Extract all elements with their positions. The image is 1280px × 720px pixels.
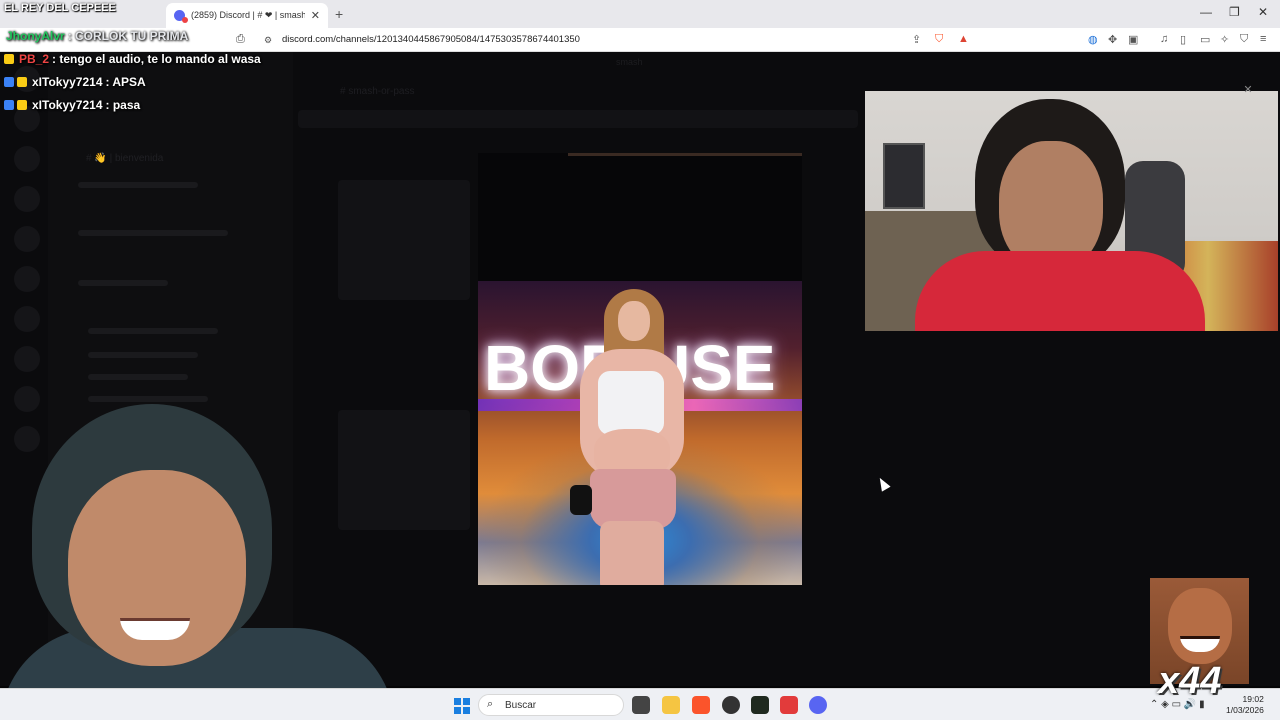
vpn-icon[interactable]: ⛉ [1240,33,1248,46]
legs [600,521,664,585]
terminal-icon[interactable] [751,696,769,714]
chat-message: PB_2 : tengo el audio, te lo mando al wa… [4,47,261,70]
discord-icon [174,10,188,23]
search-placeholder: Buscar [505,700,537,711]
chat-message: xITokyy7214 : APSA [4,70,261,93]
menu-icon[interactable]: ≡ [1260,33,1266,45]
app-icon[interactable] [780,696,798,714]
wallet-icon[interactable]: ▭ [1200,33,1210,46]
channel-header: # smash-or-pass [340,86,415,97]
shirt [915,251,1205,331]
screen: (2859) Discord | # ❤ | smash-or- ✕ + — ❐… [0,0,1280,720]
download-icon[interactable]: ▣ [1128,33,1138,46]
url-field[interactable]: discord.com/channels/1201340445867905084… [282,34,580,45]
chat-username: JhonyAlvr [6,28,65,43]
chat-username: xITokyy7214 [32,74,103,89]
combo-counter: x44 [1158,660,1222,702]
face [1168,588,1232,664]
image-content: BOR USE [478,281,802,585]
crown-badge-icon [4,53,14,64]
tab-title: (2859) Discord | # ❤ | smash-or- [191,10,305,20]
site-settings-icon[interactable]: ⚙ [264,35,272,46]
message-attachment[interactable] [338,180,470,300]
server-icon[interactable] [14,266,40,292]
media-icon[interactable]: ♫ [1160,33,1168,45]
monitor [883,143,925,209]
channel-item[interactable] [88,374,188,380]
close-window-icon[interactable]: ✕ [1258,5,1268,19]
webcam-streamer [0,396,395,720]
brave-browser-icon[interactable] [692,696,710,714]
new-messages-bar[interactable] [298,110,858,128]
chat-text: : CORLOK TU PRIMA [67,28,189,43]
server-icon[interactable] [14,306,40,332]
brave-shields-icon[interactable]: ⛉ [935,33,943,46]
webcam-guest [865,91,1278,331]
sub-badge-icon [4,76,14,87]
channel-item[interactable] [78,280,168,286]
leo-ai-icon[interactable]: ✧ [1220,33,1229,46]
search-icon: ⌕ [487,698,494,710]
server-icon[interactable] [14,146,40,172]
clock-date: 1/03/2026 [1226,705,1264,715]
sidebar-icon[interactable]: ▯ [1180,33,1186,46]
share-icon[interactable]: ⇪ [912,33,921,46]
crown-badge-icon [17,99,27,110]
file-explorer-icon[interactable] [662,696,680,714]
taskbar-search[interactable]: ⌕ Buscar [478,694,624,716]
channel-item[interactable] [88,328,218,334]
skirt [590,469,676,529]
discord-taskbar-icon[interactable] [809,696,827,714]
close-viewer-icon[interactable]: ✕ [1240,82,1256,98]
image-viewer[interactable]: BOR USE [478,153,802,585]
stream-title: EL REY DEL CEPEEE [4,2,116,14]
chat-username: PB_2 [19,51,50,66]
chat-username: xITokyy7214 [32,97,103,112]
minimize-icon[interactable]: — [1200,5,1212,19]
person-figure [564,289,700,585]
server-icon[interactable] [14,226,40,252]
stream-chat: JhonyAlvr : CORLOK TU PRIMA PB_2 : tengo… [4,24,261,116]
obs-icon[interactable] [722,696,740,714]
top [598,371,664,435]
brave-rewards-icon[interactable]: ▲ [958,33,969,45]
chat-message: xITokyy7214 : pasa [4,93,261,116]
handbag [570,485,592,515]
chat-text: : APSA [105,74,146,89]
server-name: smash [616,57,643,67]
channel-item[interactable] [78,182,198,188]
start-button[interactable] [454,698,470,714]
chat-text: : tengo el audio, te lo mando al wasa [52,51,261,66]
new-tab-icon[interactable]: + [335,6,343,22]
face [618,301,650,341]
channel-item[interactable] [88,352,198,358]
channel-welcome[interactable]: # 👋 | bienvenida [86,153,163,164]
restore-icon[interactable]: ❐ [1229,5,1240,19]
close-tab-icon[interactable]: ✕ [311,9,320,22]
windows-taskbar: ⌕ Buscar ⌃ ◈ ▭ 🔊 ▮ 19:02 1/03/2026 [0,688,1280,720]
chat-message: JhonyAlvr : CORLOK TU PRIMA [4,24,261,47]
server-icon[interactable] [14,346,40,372]
channel-item[interactable] [78,230,228,236]
crown-badge-icon [17,76,27,87]
clock[interactable]: 19:02 1/03/2026 [1226,694,1264,716]
sub-badge-icon [4,99,14,110]
smile [120,618,190,640]
clock-time: 19:02 [1242,694,1264,704]
task-view-icon[interactable] [632,696,650,714]
media-progress-bar [568,153,802,156]
chat-text: : pasa [105,97,141,112]
server-icon[interactable] [14,186,40,212]
audio-icon[interactable]: ◍ [1088,33,1098,46]
extensions-icon[interactable]: ✥ [1108,33,1117,46]
